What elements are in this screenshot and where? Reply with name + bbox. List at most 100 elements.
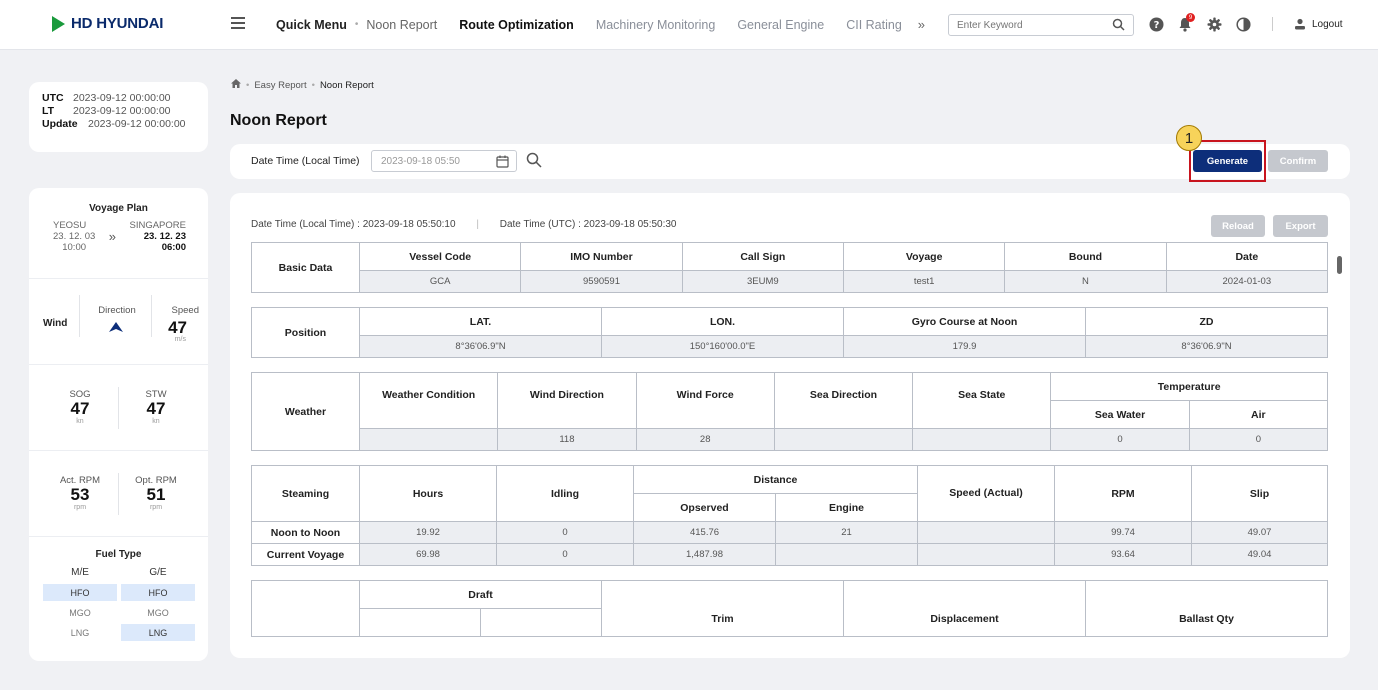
- nav-cii-rating[interactable]: CII Rating: [846, 18, 902, 32]
- table-header: Distance: [633, 465, 918, 494]
- basic-data-table: Basic Data Vessel Code IMO Number Call S…: [251, 242, 1328, 293]
- sog-unit: kn: [76, 418, 84, 425]
- nav-separator: •: [354, 19, 359, 30]
- act-rpm-value: 53: [70, 485, 90, 504]
- search-input[interactable]: [949, 15, 1099, 35]
- fuel-type-title: Fuel Type: [95, 549, 142, 560]
- brand-logo[interactable]: HD HYUNDAI: [52, 15, 163, 32]
- fuel-ge-mgo[interactable]: MGO: [121, 604, 195, 621]
- reload-button[interactable]: Reload: [1211, 215, 1265, 237]
- speed-section: SOG 47 kn STW 47 kn: [29, 365, 208, 451]
- home-icon[interactable]: [231, 79, 241, 91]
- voyage-from-date: 23. 12. 03: [53, 231, 96, 242]
- idling-cell: 0: [496, 543, 634, 566]
- vessel-code-cell: GCA: [358, 270, 522, 293]
- svg-text:?: ?: [1153, 20, 1159, 31]
- settings-gear-icon[interactable]: [1206, 16, 1222, 32]
- page-title: Noon Report: [230, 112, 327, 129]
- table-header: RPM: [1054, 465, 1192, 522]
- slip-cell: 49.04: [1191, 543, 1328, 566]
- voyage-plan-section: Voyage Plan YEOSU 23. 12. 03 10:00 » SIN…: [29, 188, 208, 279]
- update-value: 2023-09-12 00:00:00: [88, 118, 186, 130]
- logout-label: Logout: [1312, 18, 1343, 30]
- fuel-me-header: M/E: [71, 567, 89, 578]
- calendar-icon[interactable]: [496, 155, 509, 171]
- table-header: Sea Direction: [773, 372, 914, 429]
- time-card: UTC 2023-09-12 00:00:00 LT 2023-09-12 00:0…: [29, 82, 208, 152]
- row-label: Noon to Noon: [251, 521, 360, 544]
- table-header: Wind Force: [635, 372, 775, 429]
- fuel-ge-header: G/E: [149, 567, 167, 578]
- fuel-me-lng[interactable]: LNG: [43, 624, 117, 641]
- weather-table: Weather Weather Condition Wind Direction…: [251, 372, 1328, 451]
- breadcrumb-easy-report[interactable]: Easy Report: [254, 80, 306, 91]
- fuel-me-hfo[interactable]: HFO: [43, 584, 117, 601]
- table-header: Engine: [775, 493, 918, 522]
- rpm-divider: [118, 473, 119, 515]
- theme-contrast-icon[interactable]: [1235, 16, 1251, 32]
- nav-more-button[interactable]: »: [918, 17, 925, 32]
- wind-direction-label: Direction: [98, 305, 136, 316]
- main-nav: Quick Menu • Noon Report Route Optimizat…: [276, 17, 925, 32]
- bound-cell: N: [1004, 270, 1167, 293]
- brand-name: HD HYUNDAI: [71, 15, 164, 32]
- observed-cell: 1,487.98: [633, 543, 776, 566]
- sea-direction-cell: [773, 428, 914, 451]
- steaming-table: Steaming Hours Idling Distance Speed (Ac…: [251, 465, 1328, 566]
- voyage-from-time: 10:00: [62, 242, 87, 253]
- engine-cell: [775, 543, 918, 566]
- breadcrumb-separator: •: [246, 79, 250, 91]
- imo-number-cell: 9590591: [520, 270, 683, 293]
- nav-general-engine[interactable]: General Engine: [737, 18, 824, 32]
- report-datetime-info: Date Time (Local Time) : 2023-09-18 05:5…: [251, 219, 677, 230]
- search-icon[interactable]: [526, 152, 542, 171]
- slip-cell: 49.07: [1191, 521, 1328, 544]
- lon-cell: 150°160'00.0"E: [601, 335, 844, 358]
- report-utc-label: Date Time (UTC) :: [499, 219, 581, 230]
- nav-noon-report[interactable]: Noon Report: [366, 18, 437, 32]
- voyage-to-time: 06:00: [161, 242, 186, 253]
- table-header: Speed (Actual): [917, 465, 1055, 522]
- table-header: LAT.: [359, 307, 602, 336]
- scrollbar-thumb[interactable]: [1337, 256, 1342, 274]
- speed-cell: [917, 543, 1055, 566]
- table-header: Voyage: [842, 242, 1006, 271]
- wind-divider: [79, 295, 80, 337]
- nav-machinery-monitoring[interactable]: Machinery Monitoring: [596, 18, 716, 32]
- fuel-me-mgo[interactable]: MGO: [43, 604, 117, 621]
- fuel-ge-lng[interactable]: LNG: [121, 624, 195, 641]
- nav-route-optimization[interactable]: Route Optimization: [459, 18, 574, 32]
- breadcrumb: • Easy Report • Noon Report: [231, 79, 374, 91]
- stw-value: 47: [146, 399, 166, 418]
- table-header: LON.: [601, 307, 844, 336]
- voyage-cell: test1: [842, 270, 1006, 293]
- table-header: Call Sign: [681, 242, 844, 271]
- fuel-ge-hfo[interactable]: HFO: [121, 584, 195, 601]
- report-scroll-area[interactable]: Basic Data Vessel Code IMO Number Call S…: [251, 242, 1328, 637]
- notification-icon[interactable]: 9: [1177, 13, 1195, 32]
- nav-quick-menu[interactable]: Quick Menu: [276, 18, 347, 32]
- help-icon[interactable]: ?: [1148, 16, 1164, 32]
- wind-speed-unit: m/s: [174, 336, 186, 343]
- table-header: Temperature: [1050, 372, 1328, 401]
- table-row: Current Voyage 69.98 0 1,487.98 93.64 49…: [251, 543, 1328, 566]
- confirm-button[interactable]: Confirm: [1268, 150, 1328, 172]
- wind-speed-label: Speed: [171, 305, 199, 316]
- menu-icon[interactable]: [231, 17, 245, 29]
- opt-rpm-unit: rpm: [149, 504, 163, 511]
- date-time-input[interactable]: 2023-09-18 05:50: [371, 150, 517, 172]
- report-local-label: Date Time (Local Time) :: [251, 219, 360, 230]
- search-icon[interactable]: [1112, 18, 1125, 34]
- notification-badge: 9: [1186, 13, 1195, 22]
- breadcrumb-separator: •: [311, 79, 315, 91]
- logout-button[interactable]: Logout: [1294, 18, 1343, 30]
- rpm-section: Act. RPM 53 rpm Opt. RPM 51 rpm: [29, 451, 208, 537]
- voyage-arrow-icon: »: [108, 229, 116, 244]
- table-header: Bound: [1004, 242, 1167, 271]
- report-utc-value: 2023-09-18 05:50:30: [583, 219, 677, 230]
- table-header: Date: [1165, 242, 1328, 271]
- export-button[interactable]: Export: [1273, 215, 1328, 237]
- speed-divider: [118, 387, 119, 429]
- basic-data-label: Basic Data: [251, 242, 360, 293]
- table-header: Gyro Course at Noon: [843, 307, 1086, 336]
